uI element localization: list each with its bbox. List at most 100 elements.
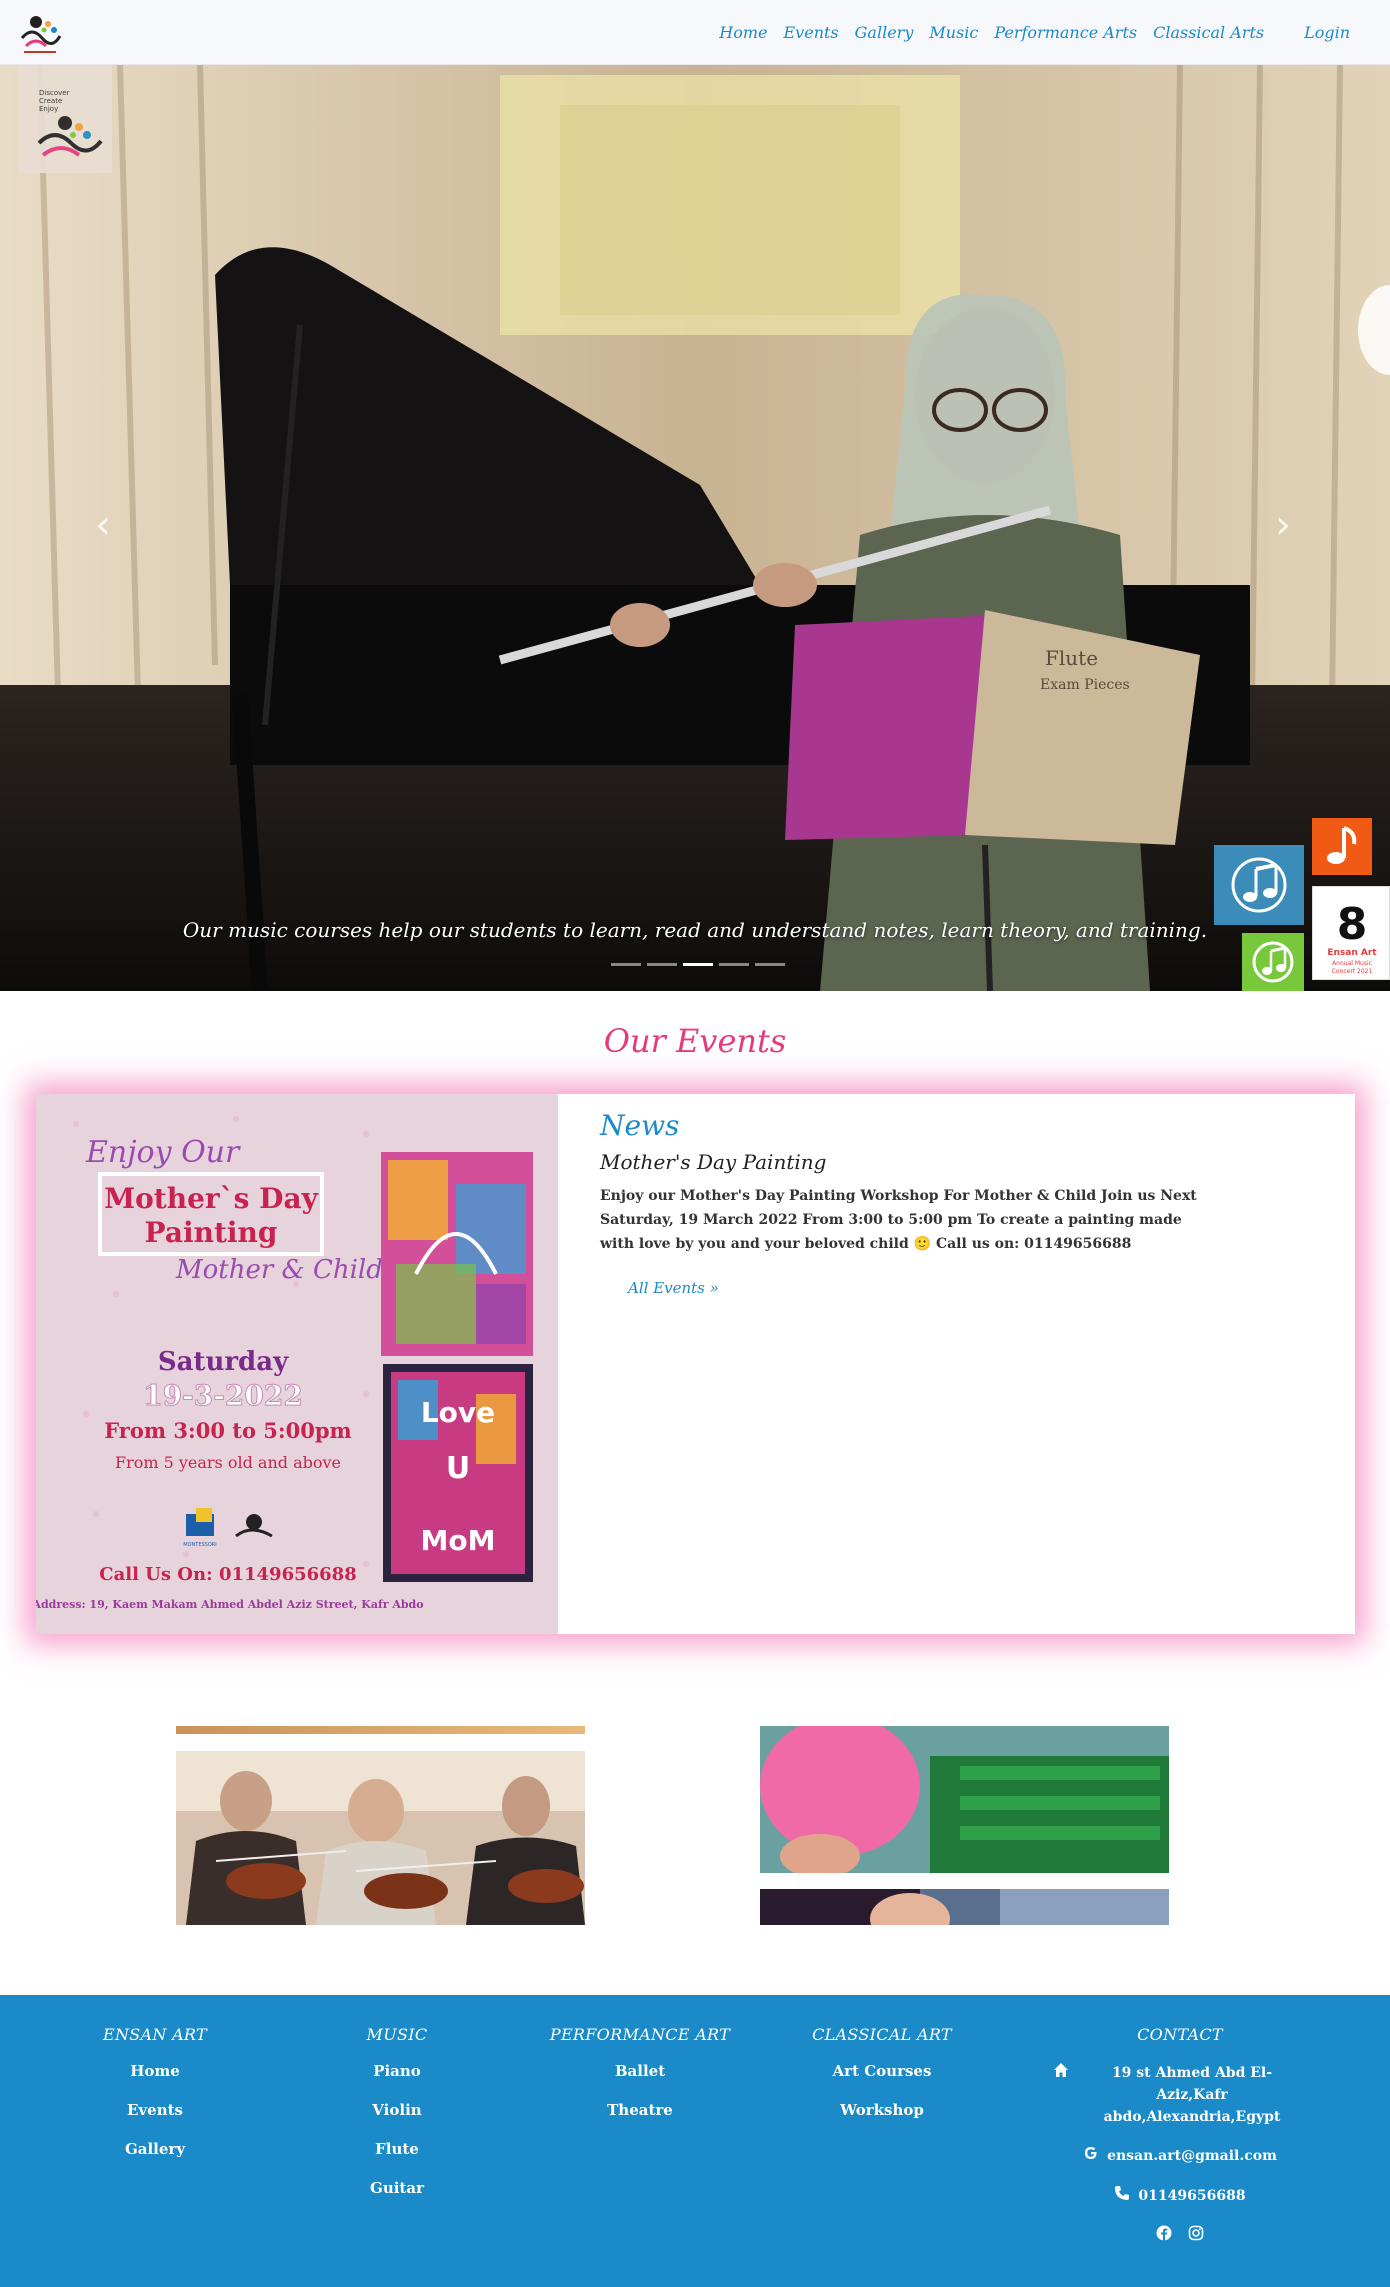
music-note-icon [1327,826,1357,864]
event-content: News Mother's Day Painting Enjoy our Mot… [558,1094,1355,1634]
footer-link-violin[interactable]: Violin [337,2101,457,2119]
nav-events[interactable]: Events [784,23,839,42]
poster-time: From 3:00 to 5:00pm [104,1418,352,1443]
footer-heading-performance-art: PERFORMANCE ART [549,2025,731,2044]
poster-day: Saturday [158,1347,289,1377]
contact-address-text: 19 st Ahmed Abd El-Aziz,Kafr abdo,Alexan… [1103,2065,1281,2125]
music-notes-badge-green[interactable] [1242,933,1304,991]
hero-carousel: Flute Exam Pieces Discover Create Enjoy … [0,65,1390,991]
gallery-image-child-playground[interactable] [760,1726,1169,1873]
footer-link-theatre[interactable]: Theatre [540,2101,740,2119]
contact-address: 19 st Ahmed Abd El-Aziz,Kafr abdo,Alexan… [1040,2062,1320,2128]
footer-link-workshop[interactable]: Workshop [792,2101,972,2119]
logo-tagline-enjoy: Enjoy [39,105,58,113]
all-events-label: All Events [628,1279,705,1297]
ensan-art-logo[interactable] [16,8,64,56]
hero-caption: Our music courses help our students to l… [182,918,1208,942]
footer-link-flute[interactable]: Flute [337,2140,457,2158]
footer-link-guitar[interactable]: Guitar [337,2179,457,2197]
carousel-indicators [608,963,788,966]
music-note-icon [1231,857,1287,913]
double-chevron-right-icon: » [709,1279,719,1297]
poster-subtitle: Mother & Child [175,1255,383,1285]
music-book-title: Flute [1045,646,1098,670]
footer-col-performance-art: PERFORMANCE ART Ballet Theatre [540,2025,740,2140]
poster-age: From 5 years old and above [115,1453,341,1472]
artwork-text-u: U [446,1451,470,1486]
event-title[interactable]: Mother's Day Painting [600,1150,826,1174]
login-link[interactable]: Login [1304,23,1350,42]
nav-gallery[interactable]: Gallery [855,23,914,42]
contact-phone-text[interactable]: 01149656688 [1138,2185,1245,2207]
google-icon [1083,2145,1099,2168]
artwork-text-mom: MoM [421,1524,496,1557]
carousel-indicator-5[interactable] [755,963,785,966]
navbar: Home Events Gallery Music Performance Ar… [0,0,1390,65]
music-note-icon [1252,941,1294,983]
annual-concert-line2: Concert 2021 [1332,968,1373,975]
gallery-image-partial[interactable] [760,1889,1169,1925]
artwork-text-love: Love [421,1396,495,1429]
all-events-link[interactable]: All Events » [628,1279,719,1297]
footer-heading-contact: CONTACT [1137,2025,1223,2044]
hero-slide-image: Flute Exam Pieces [0,65,1390,991]
nav-classical-arts[interactable]: Classical Arts [1153,23,1264,42]
chevron-right-icon: › [1275,502,1291,548]
nav-performance-arts[interactable]: Performance Arts [994,23,1137,42]
gallery-image-violin-class[interactable] [176,1751,585,1925]
phone-icon [1114,2185,1130,2208]
event-card: Enjoy Our Mother`s Day Painting Mother &… [36,1094,1355,1634]
footer-heading-ensan-art: ENSAN ART [103,2025,207,2044]
annual-concert-line1: Annual Music [1332,960,1372,967]
carousel-indicator-3[interactable] [683,963,713,966]
carousel-prev-button[interactable]: ‹ [88,505,118,545]
facebook-icon[interactable] [1156,2225,1172,2245]
carousel-indicator-2[interactable] [647,963,677,966]
poster-enjoy: Enjoy Our [85,1135,241,1170]
nav-music[interactable]: Music [929,23,978,42]
poster-partner: MONTESSORI [183,1542,216,1548]
logo-tagline-discover: Discover [39,89,70,97]
hero-corner-logo: Discover Create Enjoy [18,65,112,173]
contact-phone: 01149656688 [1040,2185,1320,2208]
footer-col-classical-art: CLASSICAL ART Art Courses Workshop [792,2025,972,2140]
footer-link-events[interactable]: Events [95,2101,215,2119]
footer-col-music: MUSIC Piano Violin Flute Guitar [337,2025,457,2218]
carousel-indicator-1[interactable] [611,963,641,966]
footer-col-contact: CONTACT 19 st Ahmed Abd El-Aziz,Kafr abd… [1040,2025,1320,2245]
carousel-indicator-4[interactable] [719,963,749,966]
footer: ENSAN ART Home Events Gallery MUSIC Pian… [0,1995,1390,2287]
event-description: Enjoy our Mother's Day Painting Workshop… [600,1188,1197,1252]
nav-links: Home Events Gallery Music Performance Ar… [703,0,1350,65]
poster-address: Address: 19, Kaem Makam Ahmed Abdel Aziz… [36,1598,424,1611]
footer-link-home[interactable]: Home [95,2062,215,2080]
poster-title-line1: Mother`s Day [104,1182,318,1215]
carousel-next-button[interactable]: › [1268,505,1298,545]
nav-home[interactable]: Home [719,23,767,42]
chevron-left-icon: ‹ [95,502,111,548]
footer-link-piano[interactable]: Piano [337,2062,457,2080]
annual-concert-badge[interactable]: 8 Ensan Art Annual Music Concert 2021 [1312,886,1390,980]
event-poster-image[interactable]: Enjoy Our Mother`s Day Painting Mother &… [36,1094,558,1634]
contact-email-text[interactable]: ensan.art@gmail.com [1107,2145,1277,2167]
poster-date: 19-3-2022 [143,1379,303,1412]
footer-col-ensan-art: ENSAN ART Home Events Gallery [95,2025,215,2179]
social-links [1040,2225,1320,2245]
poster-title-line2: Painting [145,1216,278,1249]
footer-heading-music: MUSIC [366,2025,428,2044]
footer-link-ballet[interactable]: Ballet [540,2062,740,2080]
annual-concert-number: 8 [1337,899,1368,950]
logo-tagline-create: Create [39,97,62,105]
instagram-icon[interactable] [1188,2225,1204,2245]
footer-link-gallery[interactable]: Gallery [95,2140,215,2158]
footer-link-art-courses[interactable]: Art Courses [792,2062,972,2080]
contact-email: ensan.art@gmail.com [1040,2145,1320,2168]
home-icon [1053,2062,1069,2085]
music-book-subtitle: Exam Pieces [1040,677,1130,693]
poster-call: Call Us On: 01149656688 [99,1564,356,1585]
music-notes-badge-blue[interactable] [1214,845,1304,925]
gallery-image-strip[interactable] [176,1726,585,1734]
footer-heading-classical-art: CLASSICAL ART [812,2025,952,2044]
music-note-badge-orange[interactable] [1312,818,1372,875]
events-heading: Our Events [603,1022,787,1060]
